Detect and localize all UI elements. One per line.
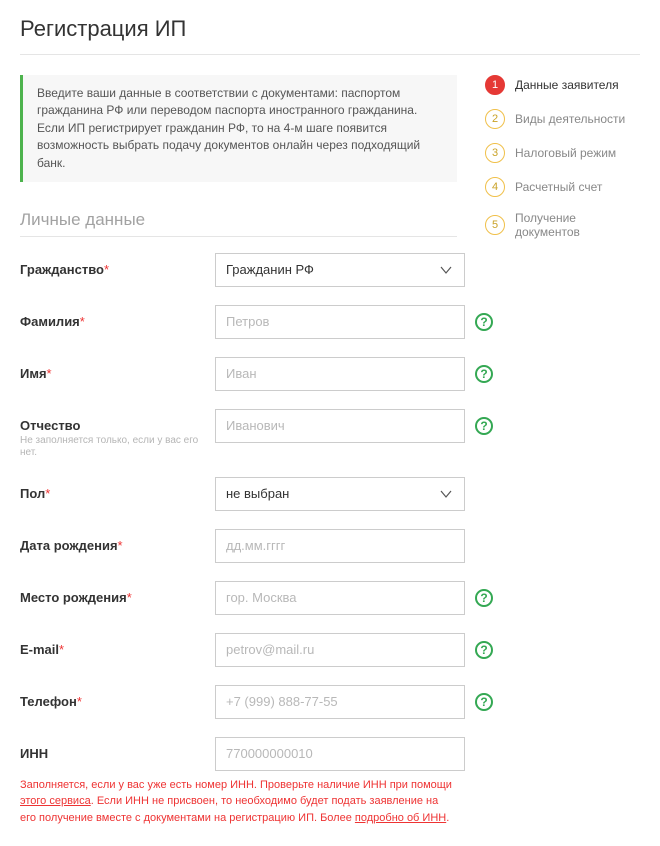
step-number: 1 [485, 75, 505, 95]
steps-sidebar: 1 Данные заявителя 2 Виды деятельности 3… [485, 75, 640, 826]
step-5[interactable]: 5 Получение документов [485, 211, 640, 239]
phone-input[interactable] [215, 685, 465, 719]
step-number: 2 [485, 109, 505, 129]
birthplace-label: Место рождения* [20, 590, 132, 605]
field-row-birthdate: Дата рождения* [20, 529, 457, 563]
phone-label: Телефон* [20, 694, 82, 709]
birthplace-input[interactable] [215, 581, 465, 615]
patronymic-hint: Не заполняется только, если у вас его не… [20, 435, 215, 459]
step-label: Данные заявителя [515, 78, 619, 92]
step-2[interactable]: 2 Виды деятельности [485, 109, 640, 129]
inn-label: ИНН [20, 746, 48, 761]
patronymic-input[interactable] [215, 409, 465, 443]
citizenship-value: Гражданин РФ [226, 262, 314, 277]
lastname-input[interactable] [215, 305, 465, 339]
step-label: Получение документов [515, 211, 640, 239]
citizenship-select[interactable]: Гражданин РФ [215, 253, 465, 287]
inn-about-link[interactable]: подробно об ИНН [355, 812, 446, 824]
step-number: 3 [485, 143, 505, 163]
field-row-firstname: Имя* ? [20, 357, 457, 391]
email-label: E-mail* [20, 642, 64, 657]
field-row-gender: Пол* не выбран [20, 477, 457, 511]
title-divider [20, 54, 640, 55]
step-number: 5 [485, 215, 505, 235]
email-input[interactable] [215, 633, 465, 667]
step-1[interactable]: 1 Данные заявителя [485, 75, 640, 95]
field-row-email: E-mail* ? [20, 633, 457, 667]
field-row-citizenship: Гражданство* Гражданин РФ [20, 253, 457, 287]
gender-value: не выбран [226, 486, 289, 501]
chevron-down-icon [438, 262, 454, 278]
step-label: Виды деятельности [515, 112, 625, 126]
citizenship-label: Гражданство* [20, 262, 109, 277]
field-row-inn: ИНН [20, 737, 457, 771]
birthdate-label: Дата рождения* [20, 538, 123, 553]
chevron-down-icon [438, 486, 454, 502]
section-divider [20, 236, 457, 237]
step-label: Расчетный счет [515, 180, 602, 194]
field-row-lastname: Фамилия* ? [20, 305, 457, 339]
inn-input[interactable] [215, 737, 465, 771]
firstname-label: Имя* [20, 366, 52, 381]
field-row-patronymic: Отчество Не заполняется только, если у в… [20, 409, 457, 459]
inn-check-link[interactable]: этого сервиса [20, 795, 91, 807]
step-4[interactable]: 4 Расчетный счет [485, 177, 640, 197]
section-heading: Личные данные [20, 210, 457, 230]
field-row-birthplace: Место рождения* ? [20, 581, 457, 615]
info-notice: Введите ваши данные в соответствии с док… [20, 75, 457, 182]
field-row-phone: Телефон* ? [20, 685, 457, 719]
lastname-label: Фамилия* [20, 314, 85, 329]
step-label: Налоговый режим [515, 146, 616, 160]
patronymic-label: Отчество [20, 418, 80, 433]
gender-select[interactable]: не выбран [215, 477, 465, 511]
step-number: 4 [485, 177, 505, 197]
step-3[interactable]: 3 Налоговый режим [485, 143, 640, 163]
page-title: Регистрация ИП [20, 16, 640, 42]
birthdate-input[interactable] [215, 529, 465, 563]
inn-note: Заполняется, если у вас уже есть номер И… [20, 777, 457, 827]
firstname-input[interactable] [215, 357, 465, 391]
gender-label: Пол* [20, 486, 50, 501]
